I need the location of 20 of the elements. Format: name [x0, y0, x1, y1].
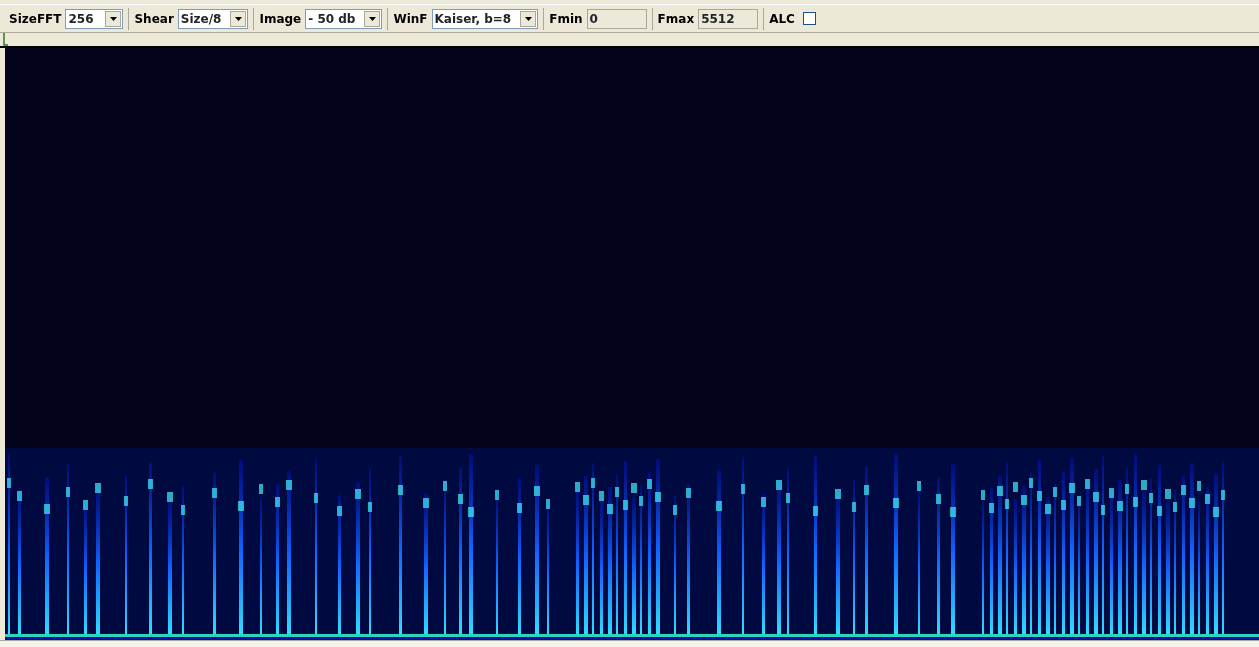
caret-icon [524, 16, 532, 21]
field-label: ALC [769, 10, 795, 28]
field-label: SizeFFT [9, 10, 62, 28]
marker-icon [2, 33, 8, 46]
caret-icon [368, 16, 376, 21]
dropdown[interactable]: Kaiser, b=8 [431, 8, 539, 29]
field-label: WinF [393, 10, 428, 28]
field-label: Image [259, 10, 302, 28]
field-label: Fmax [657, 10, 695, 28]
readonly-field[interactable]: 5512 [698, 8, 759, 29]
caret-icon [234, 16, 242, 21]
checkbox[interactable] [802, 12, 816, 25]
dropdown[interactable]: Size/8 [177, 8, 249, 29]
field-label: Fmin [549, 10, 583, 28]
scrollbar[interactable] [0, 640, 1259, 647]
dropdown[interactable]: - 50 db [305, 8, 383, 29]
field-label: Shear [134, 10, 174, 28]
caret-icon [109, 16, 117, 21]
readonly-field[interactable]: 0 [586, 8, 647, 29]
dropdown[interactable]: 256 [65, 8, 124, 29]
